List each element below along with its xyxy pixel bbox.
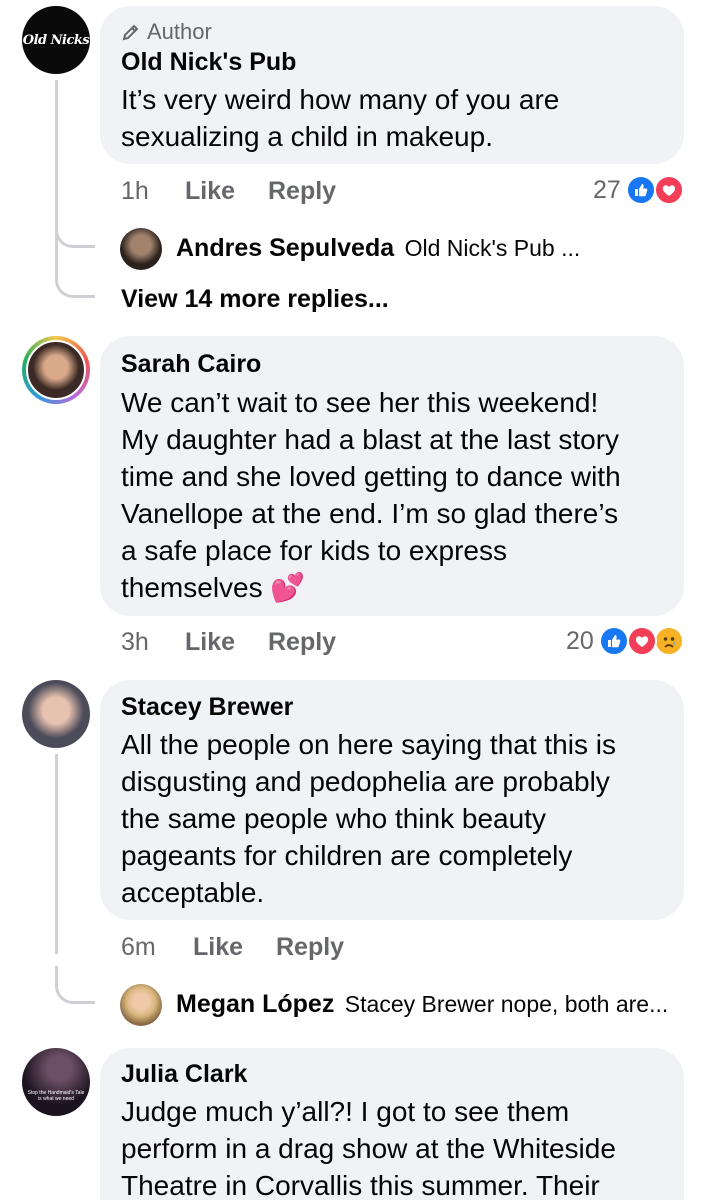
reply-text: Stacey Brewer nope, both are... (344, 991, 669, 1017)
comment-text-line: themselves 💕 (121, 569, 621, 606)
reaction-count[interactable]: 20 (566, 627, 594, 656)
heart-icon (654, 175, 684, 205)
reply-preview[interactable]: Megan López Stacey Brewer nope, both are… (176, 990, 668, 1019)
comment-text-line: sexualizing a child in makeup. (121, 121, 493, 152)
comment-text-line: All the people on here saying that this … (121, 729, 616, 760)
avatar-caption-text: Stop the Handmaid's Tale is what we need (27, 1090, 85, 1102)
avatar-logo-text: Old Nicks (22, 32, 90, 48)
comment-text-line: pageants for children are completely (121, 840, 573, 871)
two-hearts-emoji: 💕 (270, 571, 306, 604)
author-badge: Author (121, 19, 212, 45)
comment-text-line: We can’t wait to see her this weekend! (121, 387, 599, 418)
comment-text-line: perform in a drag show at the Whiteside (121, 1133, 616, 1164)
reaction-count[interactable]: 27 (593, 176, 621, 205)
comment-text-line: Theatre in Corvallis this summer. Their (121, 1170, 600, 1200)
like-button[interactable]: Like (185, 177, 235, 206)
comment-time[interactable]: 6m (121, 933, 156, 962)
comment-text: It’s very weird how many of you are sexu… (121, 81, 559, 155)
avatar-stacey-brewer[interactable] (22, 680, 90, 748)
heart-icon (627, 626, 657, 656)
comment-text-line: acceptable. (121, 877, 265, 908)
thread-line (55, 754, 58, 954)
avatar-sarah-cairo[interactable] (22, 336, 90, 404)
comment-time[interactable]: 3h (121, 628, 149, 657)
like-button[interactable]: Like (185, 628, 235, 657)
thumbs-up-icon (626, 175, 656, 205)
view-more-replies[interactable]: View 14 more replies... (121, 285, 389, 314)
comment-text-span: themselves (121, 572, 263, 603)
thumbs-up-icon (599, 626, 629, 656)
reply-preview[interactable]: Andres Sepulveda Old Nick's Pub ... (176, 234, 580, 263)
comment-text-line: It’s very weird how many of you are (121, 84, 560, 115)
thread-connector (55, 210, 95, 248)
reply-text: Old Nick's Pub ... (404, 235, 581, 261)
comment-text: All the people on here saying that this … (121, 726, 616, 911)
author-badge-label: Author (147, 19, 212, 44)
comment-author-name[interactable]: Julia Clark (121, 1060, 247, 1089)
comment-author-name[interactable]: Stacey Brewer (121, 693, 293, 722)
reply-button[interactable]: Reply (276, 933, 344, 962)
comment-author-name[interactable]: Old Nick's Pub (121, 48, 296, 77)
avatar-julia-clark[interactable]: Stop the Handmaid's Tale is what we need (22, 1048, 90, 1116)
comment-text-line: My daughter had a blast at the last stor… (121, 424, 620, 455)
thread-connector (55, 260, 95, 298)
like-button[interactable]: Like (193, 933, 243, 962)
avatar-megan-lopez[interactable] (120, 984, 162, 1026)
comment-text-line: disgusting and pedophelia are probably (121, 766, 610, 797)
comment-text-line: Vanellope at the end. I’m so glad there’… (121, 498, 619, 529)
reply-author-name[interactable]: Megan López (176, 990, 334, 1018)
avatar-old-nicks-pub[interactable]: Old Nicks (22, 6, 90, 74)
reply-author-name[interactable]: Andres Sepulveda (176, 234, 394, 262)
avatar-photo (26, 340, 86, 400)
comment-text-line: Judge much y’all?! I got to see them (121, 1096, 570, 1127)
avatar-andres-sepulveda[interactable] (120, 228, 162, 270)
thread-connector (55, 966, 95, 1004)
reply-button[interactable]: Reply (268, 628, 336, 657)
reply-button[interactable]: Reply (268, 177, 336, 206)
comment-text-line: the same people who think beauty (121, 803, 546, 834)
comment-text: We can’t wait to see her this weekend! M… (121, 384, 621, 606)
comment-text-line: a safe place for kids to express (121, 535, 507, 566)
comment-time[interactable]: 1h (121, 177, 149, 206)
sad-face-icon (654, 626, 684, 656)
pencil-icon (121, 22, 141, 42)
comment-text: Judge much y’all?! I got to see them per… (121, 1093, 616, 1200)
thread-line (55, 80, 58, 280)
comment-text-line: time and she loved getting to dance with (121, 461, 621, 492)
comment-author-name[interactable]: Sarah Cairo (121, 350, 261, 379)
